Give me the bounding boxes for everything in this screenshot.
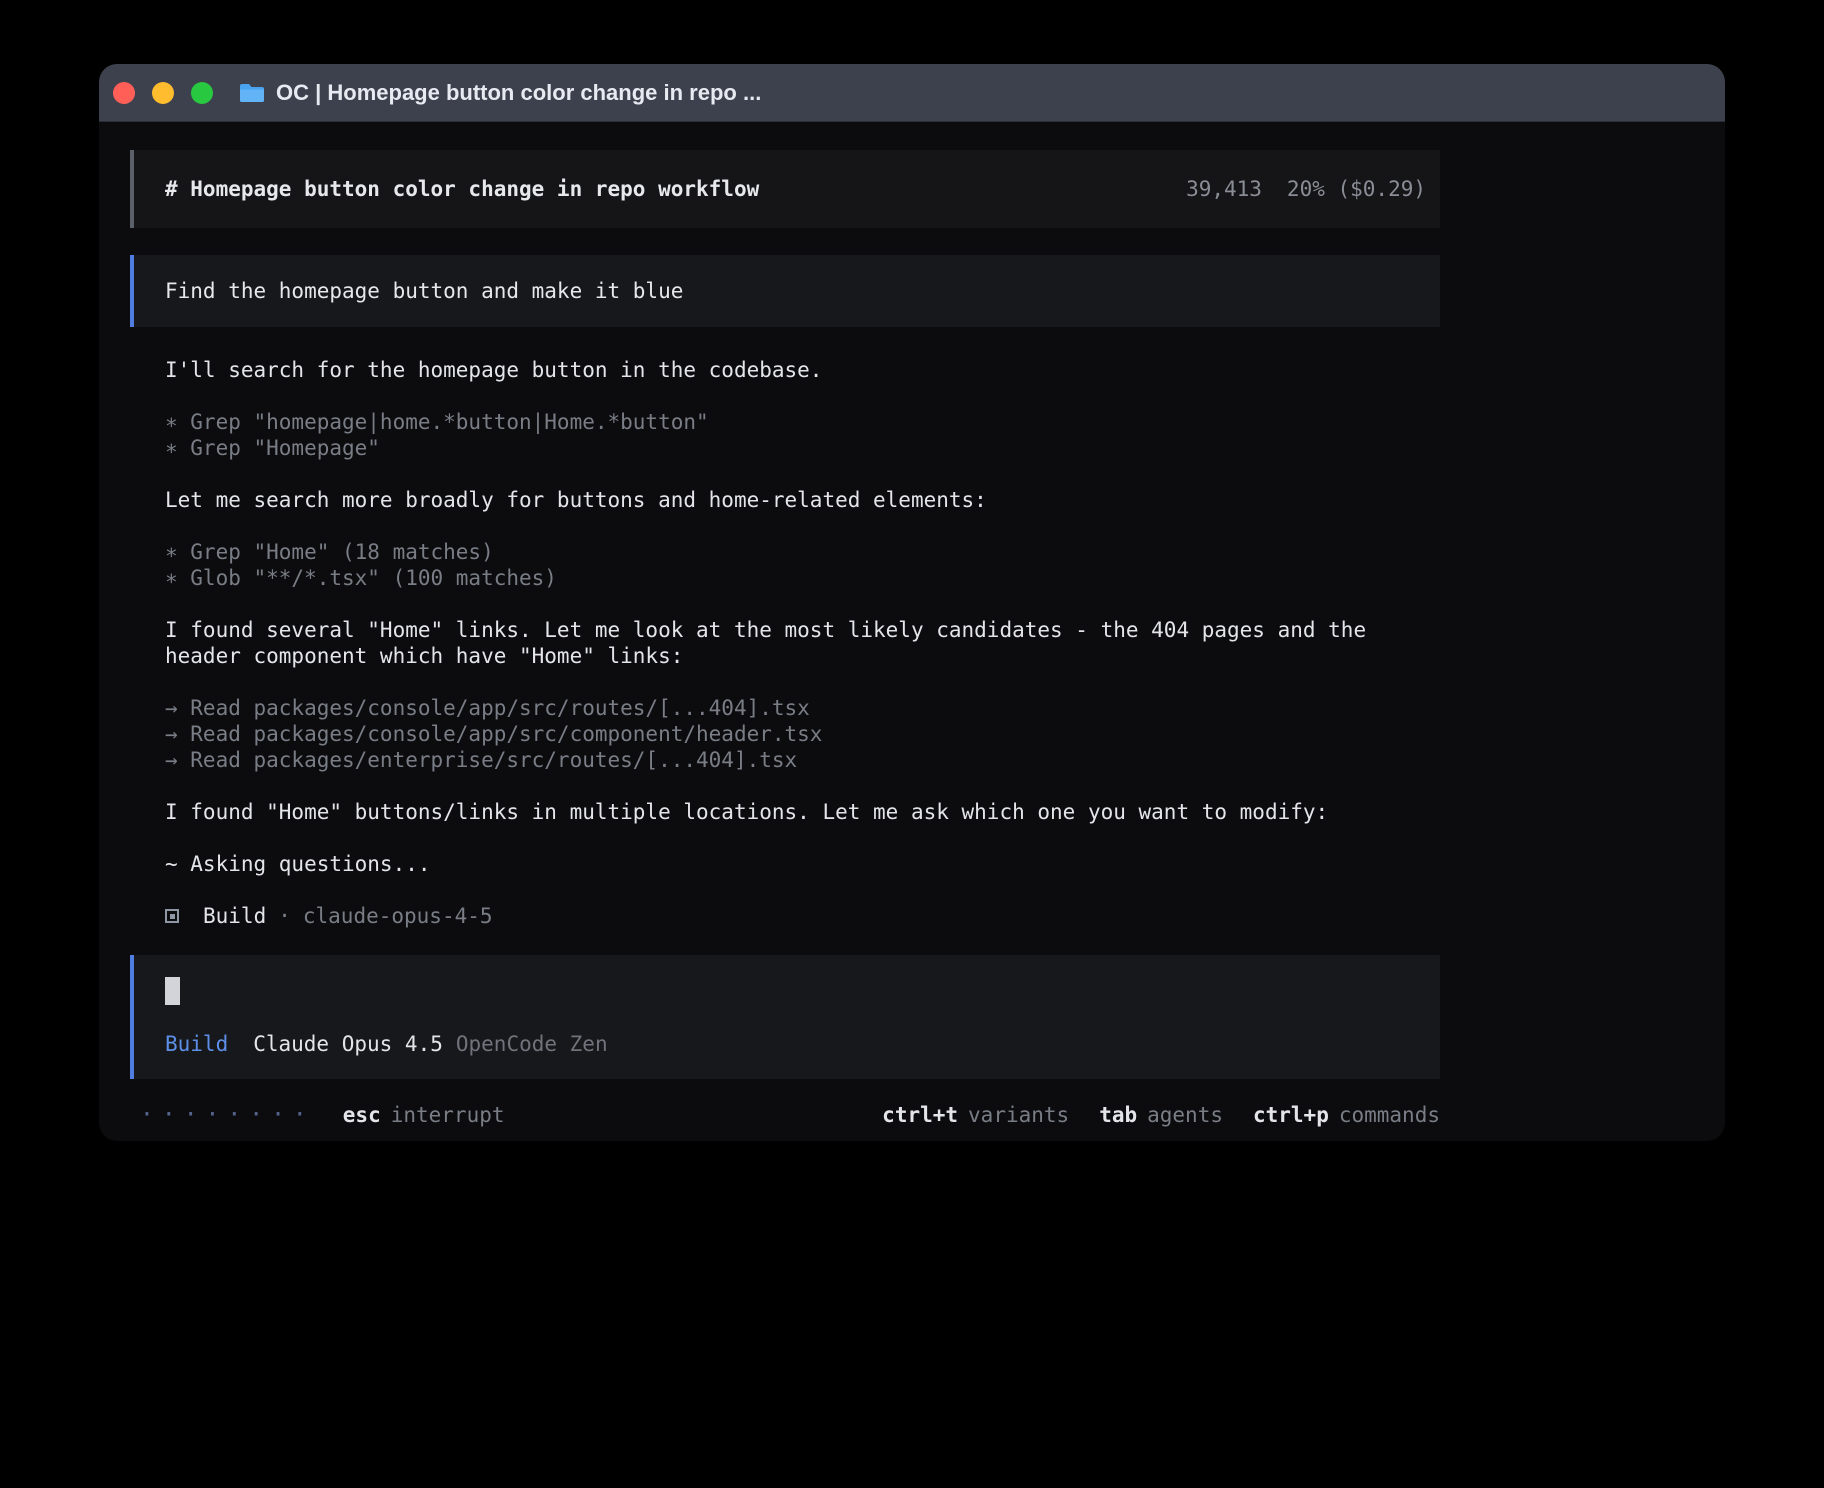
assistant-text: Let me search more broadly for buttons a… (165, 487, 1405, 513)
esc-key-hint: esc (343, 1102, 381, 1128)
context-usage: 20% ($0.29) (1287, 177, 1426, 201)
shortcut-key: ctrl+p (1253, 1102, 1329, 1128)
assistant-paragraph: I found several "Home" links. Let me loo… (165, 617, 1405, 669)
input-agent-label: Build (165, 1031, 228, 1057)
titlebar: OC | Homepage button color change in rep… (99, 64, 1725, 122)
tool-call-group: ∗ Grep "homepage|home.*button|Home.*butt… (165, 409, 1405, 461)
esc-label: interrupt (391, 1102, 505, 1128)
assistant-paragraph: Let me search more broadly for buttons a… (165, 487, 1405, 513)
window-title: OC | Homepage button color change in rep… (276, 80, 761, 106)
shortcut-label: variants (968, 1102, 1069, 1128)
user-message: Find the homepage button and make it blu… (130, 255, 1440, 327)
terminal-window: OC | Homepage button color change in rep… (99, 64, 1725, 1141)
agent-square-icon (165, 909, 179, 923)
prompt-input[interactable]: Build Claude Opus 4.5 OpenCode Zen (130, 955, 1440, 1079)
read-call-line: → Read packages/console/app/src/routes/[… (165, 695, 1405, 721)
shortcut-agents: tab agents (1099, 1102, 1223, 1128)
tool-call-line: ∗ Glob "**/*.tsx" (100 matches) (165, 565, 1405, 591)
session-title: # Homepage button color change in repo w… (165, 177, 759, 201)
traffic-lights (113, 82, 213, 104)
shortcut-key: tab (1099, 1102, 1137, 1128)
assistant-text: I'll search for the homepage button in t… (165, 357, 1405, 383)
shortcut-label: commands (1339, 1102, 1440, 1128)
agent-model: claude-opus-4-5 (303, 903, 493, 929)
agent-name: Build (203, 903, 266, 929)
close-button[interactable] (113, 82, 135, 104)
statusbar: ········ esc interrupt ctrl+t variants t… (130, 1102, 1440, 1128)
input-model-label: Claude Opus 4.5 (253, 1031, 443, 1057)
asking-questions-text: ~ Asking questions... (165, 851, 1405, 877)
tool-call-group: ∗ Grep "Home" (18 matches) ∗ Glob "**/*.… (165, 539, 1405, 591)
assistant-paragraph: I found "Home" buttons/links in multiple… (165, 799, 1405, 825)
read-call-line: → Read packages/enterprise/src/routes/[.… (165, 747, 1405, 773)
user-message-text: Find the homepage button and make it blu… (165, 279, 683, 303)
folder-icon (239, 82, 265, 104)
statusbar-left: ········ esc interrupt (130, 1102, 505, 1128)
spinner-dots: ········ (140, 1102, 315, 1128)
shortcut-key: ctrl+t (882, 1102, 958, 1128)
token-count: 39,413 (1186, 177, 1262, 201)
tool-call-line: ∗ Grep "Homepage" (165, 435, 1405, 461)
session-stats: 39,413 20% ($0.29) (1186, 177, 1426, 201)
minimize-button[interactable] (152, 82, 174, 104)
text-cursor (165, 977, 180, 1005)
statusbar-right: ctrl+t variants tab agents ctrl+p comman… (882, 1102, 1440, 1128)
assistant-text: I found several "Home" links. Let me loo… (165, 617, 1405, 669)
agent-separator: · (278, 903, 291, 929)
session-header: # Homepage button color change in repo w… (130, 150, 1440, 228)
agent-badge: Build · claude-opus-4-5 (165, 903, 1405, 929)
terminal-content: # Homepage button color change in repo w… (99, 122, 1725, 1128)
read-call-line: → Read packages/console/app/src/componen… (165, 721, 1405, 747)
tool-call-line: ∗ Grep "Home" (18 matches) (165, 539, 1405, 565)
status-line: ~ Asking questions... (165, 851, 1405, 877)
shortcut-commands: ctrl+p commands (1253, 1102, 1440, 1128)
shortcut-label: agents (1147, 1102, 1223, 1128)
assistant-text: I found "Home" buttons/links in multiple… (165, 799, 1405, 825)
tool-call-group: → Read packages/console/app/src/routes/[… (165, 695, 1405, 773)
shortcut-variants: ctrl+t variants (882, 1102, 1069, 1128)
tool-call-line: ∗ Grep "homepage|home.*button|Home.*butt… (165, 409, 1405, 435)
assistant-messages: I'll search for the homepage button in t… (130, 357, 1405, 929)
input-provider-label: OpenCode Zen (456, 1031, 608, 1057)
input-footer: Build Claude Opus 4.5 OpenCode Zen (165, 1031, 1409, 1057)
assistant-paragraph: I'll search for the homepage button in t… (165, 357, 1405, 383)
zoom-button[interactable] (191, 82, 213, 104)
